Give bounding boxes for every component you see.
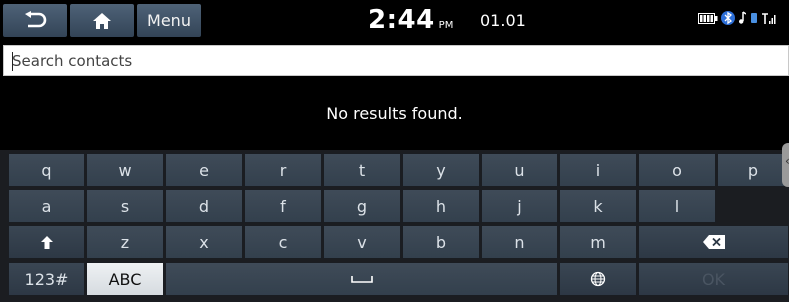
key-b[interactable]: b — [402, 225, 480, 259]
keyboard-side-handle[interactable]: ‹ — [782, 143, 789, 187]
status-icons — [698, 10, 776, 26]
key-v[interactable]: v — [323, 225, 401, 259]
key-i[interactable]: i — [559, 153, 637, 187]
key-z[interactable]: z — [86, 225, 164, 259]
clock: 2:44 PM — [368, 4, 453, 37]
backspace-key[interactable] — [638, 225, 789, 259]
home-button[interactable] — [70, 4, 134, 37]
key-f[interactable]: f — [244, 189, 322, 223]
phone-icon — [751, 13, 757, 23]
top-bar: Menu 2:44 PM 01.01 — [0, 0, 789, 42]
key-k[interactable]: k — [559, 189, 637, 223]
key-u[interactable]: u — [481, 153, 558, 187]
menu-button[interactable]: Menu — [137, 4, 201, 37]
key-c[interactable]: c — [244, 225, 322, 259]
key-p[interactable]: p — [717, 153, 789, 187]
key-d[interactable]: d — [165, 189, 243, 223]
ok-key[interactable]: OK — [638, 262, 789, 296]
alpha-mode-key[interactable]: ABC — [86, 262, 164, 296]
key-s[interactable]: s — [86, 189, 164, 223]
search-field[interactable] — [3, 45, 789, 76]
back-button[interactable] — [3, 4, 67, 37]
key-x[interactable]: x — [165, 225, 243, 259]
clock-time: 2:44 — [368, 5, 435, 35]
shift-arrow-icon — [40, 235, 53, 249]
clock-ampm: PM — [438, 20, 454, 31]
battery-icon — [698, 12, 718, 24]
space-key[interactable] — [165, 262, 558, 296]
key-n[interactable]: n — [481, 225, 558, 259]
globe-icon — [590, 271, 606, 287]
key-e[interactable]: e — [165, 153, 243, 187]
results-area: No results found. — [0, 76, 789, 151]
no-results-message: No results found. — [326, 104, 463, 123]
key-h[interactable]: h — [402, 189, 480, 223]
key-m[interactable]: m — [559, 225, 637, 259]
key-j[interactable]: j — [481, 189, 558, 223]
bluetooth-icon — [721, 11, 735, 25]
space-bar-icon — [350, 276, 373, 283]
music-note-icon — [739, 11, 746, 24]
backspace-icon — [702, 235, 725, 249]
date: 01.01 — [480, 11, 526, 30]
numeric-mode-key[interactable]: 123# — [8, 262, 85, 296]
home-icon — [93, 12, 111, 29]
back-arrow-icon — [25, 10, 47, 27]
menu-label: Menu — [147, 11, 191, 30]
text-cursor — [12, 52, 13, 71]
key-r[interactable]: r — [244, 153, 322, 187]
key-w[interactable]: w — [86, 153, 164, 187]
key-q[interactable]: q — [8, 153, 85, 187]
shift-key[interactable] — [8, 225, 85, 259]
key-t[interactable]: t — [323, 153, 401, 187]
chevron-left-icon: ‹ — [785, 154, 789, 168]
search-input[interactable] — [4, 46, 788, 75]
key-l[interactable]: l — [638, 189, 716, 223]
key-o[interactable]: o — [638, 153, 716, 187]
key-a[interactable]: a — [8, 189, 85, 223]
signal-icon — [762, 13, 776, 24]
keyboard: q w e r t y u i o p a s d f g h j k l z … — [0, 150, 789, 302]
language-key[interactable] — [559, 262, 637, 296]
key-y[interactable]: y — [402, 153, 480, 187]
key-g[interactable]: g — [323, 189, 401, 223]
